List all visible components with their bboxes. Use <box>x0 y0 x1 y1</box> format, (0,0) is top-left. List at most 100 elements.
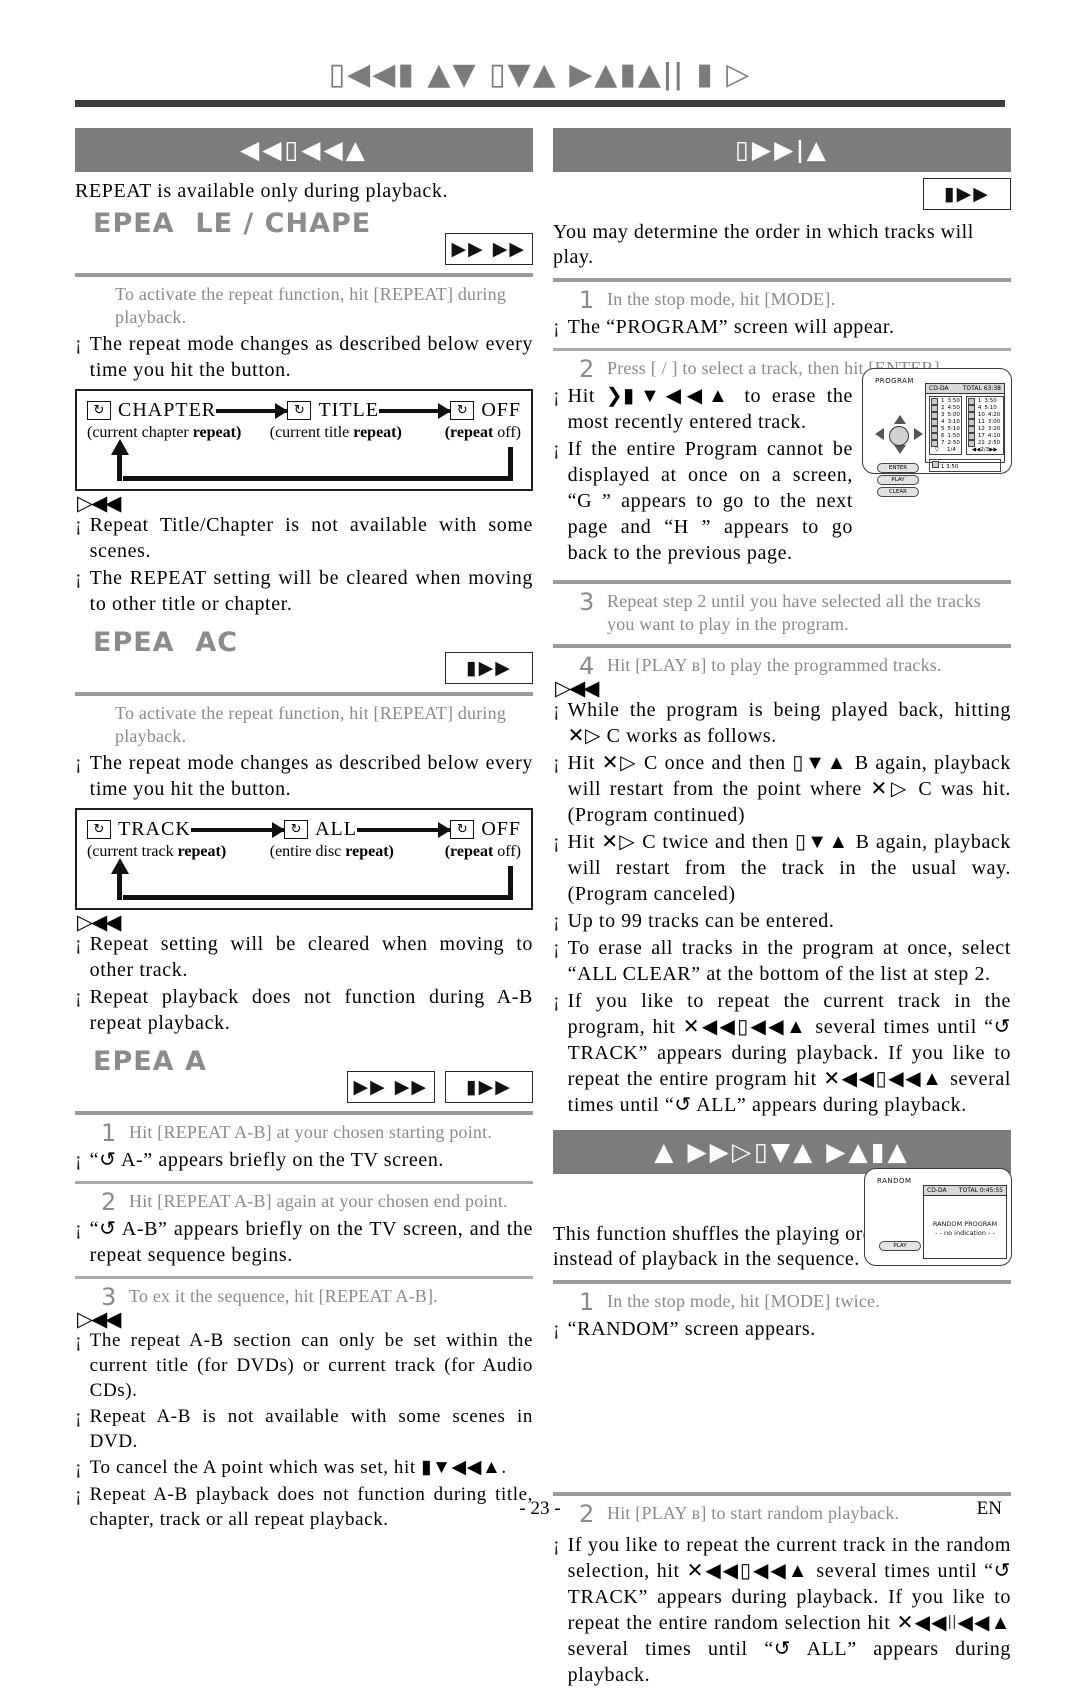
note-text: If you like to repeat the current track … <box>567 990 1011 1116</box>
repeat-track-bullet: ¡ The repeat mode changes as described b… <box>75 750 533 802</box>
note-text: The REPEAT setting will be cleared when … <box>89 567 533 615</box>
note-marker-icon: ▷◀◀ <box>77 1307 121 1331</box>
checkbox-icon[interactable] <box>967 419 975 426</box>
osd-disc-type: CD-DA <box>929 385 949 392</box>
checkbox-icon[interactable] <box>931 412 938 419</box>
flow-caption: (repeat off) <box>444 424 521 441</box>
note-text: The repeat A-B section can only be set w… <box>89 1330 533 1401</box>
osd-program-list-right[interactable]: 1 3:50 4 5:10 10 4:20 11 3:00 12 3:20 17 4:10 … <box>965 396 1004 455</box>
bullet-marker: ¡ <box>75 986 82 1008</box>
flow-node-label: TRACK <box>118 818 191 840</box>
bullet-marker: ¡ <box>553 316 560 338</box>
osd-track-row: 3 5:00 <box>931 412 960 419</box>
program-step-3: 3 Repeat step 2 until you have selected … <box>579 590 1011 636</box>
repeat-track-step: To activate the repeat function, hit [RE… <box>101 702 533 748</box>
random-step-2: 2 Hit [PLAY ʙ] to start random playback. <box>579 1502 1011 1526</box>
divider <box>75 1181 533 1184</box>
divider <box>75 1276 533 1279</box>
page-header: ▯◀◀▮ ▲▼ ▯▼▲ ▶▲▮▲ǀǀ ▮ ▷ <box>0 58 1080 92</box>
osd-current-track-row: 1 3:50 <box>929 459 1001 472</box>
checkbox-icon[interactable] <box>967 433 975 440</box>
manual-page: ▯◀◀▮ ▲▼ ▯▼▲ ▶▲▮▲ǀǀ ▮ ▷ ◀◀▯◀◀▲ REPEAT is … <box>0 0 1080 1686</box>
osd-track-columns: 1 3:50 2 4:50 3 5:00 4 3:10 5 5:10 6 1:50 7 2:5… <box>926 394 1004 457</box>
flow-loopback-arrow <box>111 439 513 481</box>
osd-label: RANDOM <box>877 1177 912 1185</box>
step-text: Repeat step 2 until you have selected al… <box>607 591 981 634</box>
program-lead-text: You may determine the order in which tra… <box>553 221 974 268</box>
media-badge-cd: ▮▶▶ <box>445 1071 533 1103</box>
divider <box>553 348 1011 351</box>
play-button[interactable]: PLAY <box>879 1241 921 1251</box>
note-text: Repeat A-B playback does not function du… <box>89 1484 533 1530</box>
bullet-text: If the entire Program cannot be displaye… <box>567 438 853 564</box>
checkbox-icon[interactable] <box>967 426 975 433</box>
repeat-ab-bullet-1: ¡ “↺ A-” appears briefly on the TV scree… <box>75 1147 533 1173</box>
program-note-3: ¡ Hit ✕▷ C twice and then ▯▼▲ B again, p… <box>553 829 1011 907</box>
flow-node-all: ↻ ALL <box>284 818 357 841</box>
note-text: Up to 99 tracks can be entered. <box>567 910 835 932</box>
random-bullet-1: ¡ “RANDOM” screen appears. <box>553 1316 1011 1342</box>
note-text: If you like to repeat the current track … <box>567 1534 1011 1686</box>
note-marker-icon: ▷◀◀ <box>77 491 121 515</box>
repeat-chapter-step-text: To activate the repeat function, hit [RE… <box>115 284 507 327</box>
repeat-loop-icon: ↻ <box>87 820 111 839</box>
checkbox-icon[interactable] <box>931 426 938 433</box>
bullet-marker: ¡ <box>553 438 560 460</box>
repeat-track-note-1: ¡ Repeat setting will be cleared when mo… <box>75 931 533 983</box>
prev-page-icon[interactable]: ◀◀ <box>972 447 980 453</box>
osd-program-row: 22 2:50 <box>967 440 1002 447</box>
osd-track-row: 5 5:10 <box>931 426 960 433</box>
flow-loopback-arrow <box>111 858 513 900</box>
bullet-text: “RANDOM” screen appears. <box>567 1318 816 1340</box>
bullet-marker: ¡ <box>553 752 560 774</box>
osd-right-pager: ◀◀ 2/3 ▶▶ <box>968 447 1002 453</box>
flow-arrow <box>216 402 289 419</box>
flow-arrow <box>357 821 452 838</box>
checkbox-icon[interactable] <box>931 433 938 440</box>
osd-track-row: 1 3:50 <box>931 398 960 405</box>
step-text: Hit [PLAY ʙ] to start random playback. <box>607 1503 900 1523</box>
checkbox-icon[interactable] <box>967 412 975 419</box>
program-note-4: ¡ Up to 99 tracks can be entered. <box>553 908 1011 934</box>
right-column: ▯▶▶ǀ▲ ▮▶▶ You may determine the order in… <box>553 128 1011 1689</box>
step-text: Hit [REPEAT A-B] again at your chosen en… <box>129 1191 508 1211</box>
checkbox-icon[interactable] <box>931 405 938 412</box>
bullet-marker: ¡ <box>553 831 560 853</box>
checkbox-icon[interactable] <box>967 398 975 405</box>
enter-button[interactable]: ENTER <box>877 463 919 473</box>
bullet-marker: ¡ <box>75 752 82 774</box>
checkbox-icon[interactable] <box>932 461 939 468</box>
checkbox-icon[interactable] <box>967 440 975 447</box>
clear-button[interactable]: CLEAR <box>877 487 919 497</box>
bullet-marker: ¡ <box>553 699 560 721</box>
flow-node-label: OFF <box>481 399 522 421</box>
osd-button-group: ENTER PLAY CLEAR <box>877 461 919 497</box>
osd-track-list-left[interactable]: 1 3:50 2 4:50 3 5:00 4 3:10 5 5:10 6 1:50 7 2:5… <box>929 396 962 455</box>
repeat-loop-icon: ↻ <box>287 401 312 420</box>
divider <box>75 692 533 696</box>
step-number: 1 <box>579 1288 595 1316</box>
note-text: Repeat playback does not function during… <box>89 986 533 1034</box>
note-text: To erase all tracks in the program at on… <box>567 937 1011 985</box>
checkbox-icon[interactable] <box>931 440 938 447</box>
checkbox-icon[interactable] <box>931 419 938 426</box>
dpad-icon <box>875 415 923 455</box>
osd-program-row: 1 3:50 <box>967 398 1002 405</box>
play-button[interactable]: PLAY <box>877 475 919 485</box>
next-page-icon[interactable]: ▶▶ <box>989 447 997 453</box>
random-step-1: 1 In the stop mode, hit [MODE] twice. <box>579 1290 1011 1314</box>
checkbox-icon[interactable] <box>967 405 975 412</box>
osd-track-row: 2 4:50 <box>931 405 960 412</box>
step-text: Hit [PLAY ʙ] to play the programmed trac… <box>607 655 942 675</box>
note-text: Repeat Title/Chapter is not available wi… <box>89 514 533 562</box>
flow-captions: (current track repeat) (entire disc repe… <box>87 843 521 861</box>
page-number: - 23 - <box>519 1498 561 1519</box>
bullet-marker: ¡ <box>553 910 560 932</box>
step-number: 3 <box>101 1283 117 1311</box>
program-note-1: ¡ While the program is being played back… <box>553 697 1011 749</box>
divider <box>553 1492 1011 1496</box>
repeat-section-banner: ◀◀▯◀◀▲ <box>75 128 533 172</box>
scroll-down-icon[interactable]: ▽ <box>935 447 939 453</box>
checkbox-icon[interactable] <box>931 398 938 405</box>
osd-program-row: 4 5:10 <box>967 405 1002 412</box>
